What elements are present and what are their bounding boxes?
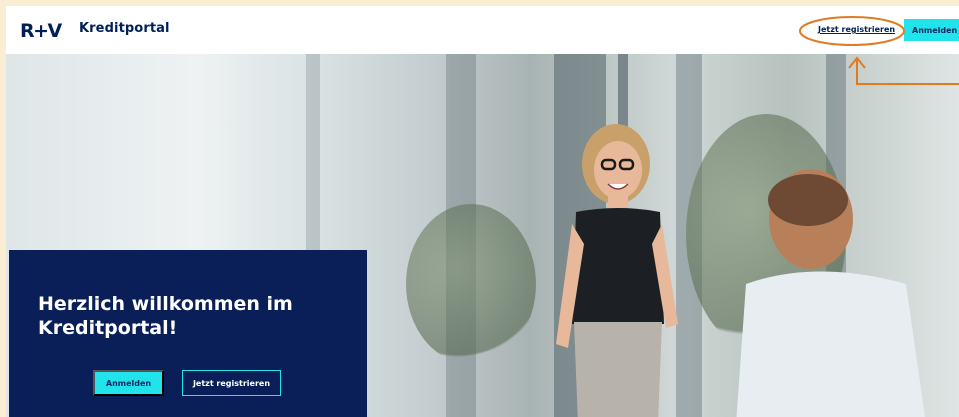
- welcome-card: Herzlich willkommen im Kreditportal! Anm…: [9, 250, 367, 417]
- hero-image: Herzlich willkommen im Kreditportal! Anm…: [6, 54, 959, 417]
- login-button[interactable]: Anmelden: [93, 370, 164, 396]
- svg-text:R+V: R+V: [20, 20, 63, 40]
- header-login-button[interactable]: Anmelden: [904, 19, 959, 41]
- welcome-title: Herzlich willkommen im Kreditportal!: [38, 293, 293, 339]
- rv-logo[interactable]: R+V: [20, 20, 72, 40]
- browser-viewport: R+V Kreditportal Jetzt registrieren Anme…: [6, 6, 959, 417]
- header-register-link[interactable]: Jetzt registrieren: [818, 25, 895, 34]
- rv-logo-icon: R+V: [20, 20, 64, 40]
- man-photo: [736, 169, 925, 417]
- tree-foliage: [406, 204, 536, 364]
- site-header: R+V Kreditportal Jetzt registrieren Anme…: [6, 6, 959, 54]
- woman-photo: [556, 124, 678, 417]
- app-name: Kreditportal: [79, 21, 170, 36]
- register-button[interactable]: Jetzt registrieren: [182, 370, 281, 396]
